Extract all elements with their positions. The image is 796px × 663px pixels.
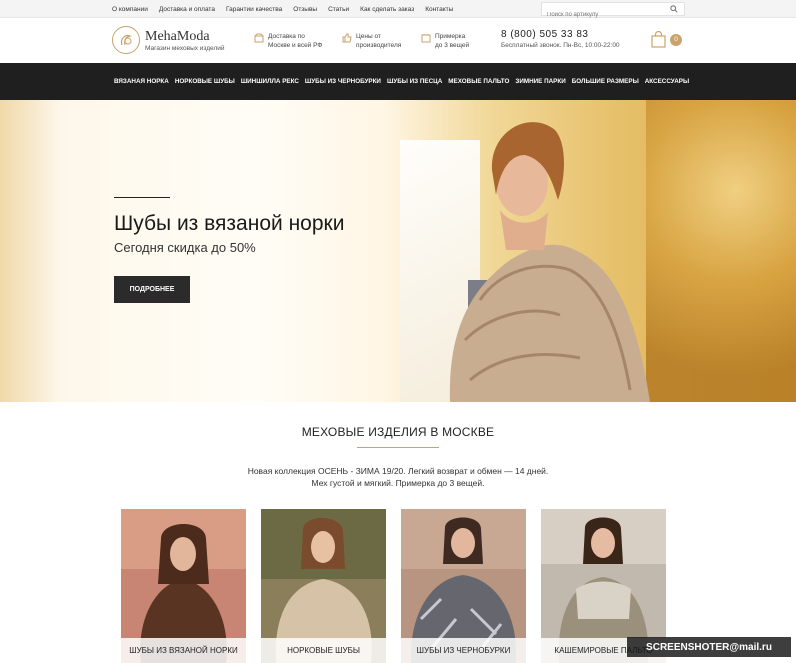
cart-button[interactable]: 0 [650,31,682,48]
hanger-icon [421,34,431,43]
section-title: МЕХОВЫЕ ИЗДЕЛИЯ В МОСКВЕ [301,425,495,439]
nav-item-large-sizes[interactable]: БОЛЬШИЕ РАЗМЕРЫ [572,78,639,85]
site-header: MehaModa Магазин меховых изделий Доставк… [0,18,796,63]
feature-prices: Цены от производителя [342,32,401,50]
nav-item-winter-parkas[interactable]: ЗИМНИЕ ПАРКИ [515,78,565,85]
cart-count-badge: 0 [670,33,682,46]
logo[interactable]: MehaModa Магазин меховых изделий [112,26,225,54]
phone-block: 8 (800) 505 33 83 Бесплатный звонок. Пн-… [501,29,620,49]
top-link-delivery[interactable]: Доставка и оплата [159,6,215,13]
product-card-mink[interactable]: НОРКОВЫЕ ШУБЫ [261,509,386,663]
nav-item-fur-coats[interactable]: МЕХОВЫЕ ПАЛЬТО [448,78,509,85]
hero-model-image [449,122,650,402]
shopping-bag-icon [651,31,666,48]
section-underline [357,447,439,448]
hero-more-button[interactable]: ПОДРОБНЕЕ [114,276,190,303]
feature-fitting: Примерка до 3 вещей [421,32,469,50]
hero-left-glow [0,100,60,402]
thumbs-up-icon [342,33,352,43]
feature-fitting-line2: до 3 вещей [435,42,470,49]
nav-item-arctic-fox[interactable]: ШУБЫ ИЗ ПЕСЦА [387,78,442,85]
search-box [541,2,685,21]
hero-subtitle: Сегодня скидка до 50% [114,240,256,255]
product-caption: ШУБЫ ИЗ ВЯЗАНОЙ НОРКИ [121,638,246,663]
nav-item-mink-coats[interactable]: НОРКОВЫЕ ШУБЫ [175,78,235,85]
feature-fitting-line1: Примерка [435,33,466,40]
box-icon [254,33,264,43]
section-desc-line2: Мех густой и мягкий. Примерка до 3 вещей… [311,478,485,488]
nav-item-knitted-mink[interactable]: ВЯЗАНАЯ НОРКА [114,78,169,85]
top-links: О компании Доставка и оплата Гарантии ка… [112,0,453,18]
feature-delivery: Доставка по Москве и всей РФ [254,32,322,50]
feature-delivery-line2: Москве и всей РФ [268,42,323,49]
phone-hours: Бесплатный звонок. Пн-Вс, 10:00-22:00 [501,42,620,49]
logo-name: MehaModa [145,28,210,44]
nav-item-accessories[interactable]: АКСЕССУАРЫ [645,78,689,85]
top-link-about[interactable]: О компании [112,6,148,13]
product-caption: НОРКОВЫЕ ШУБЫ [261,638,386,663]
hero-banner: Шубы из вязаной норки Сегодня скидка до … [0,100,796,402]
logo-tagline: Магазин меховых изделий [145,44,225,52]
top-link-guarantee[interactable]: Гарантии качества [226,6,282,13]
feature-prices-line1: Цены от [356,33,381,40]
top-link-reviews[interactable]: Отзывы [293,6,317,13]
top-utility-bar: О компании Доставка и оплата Гарантии ка… [0,0,796,21]
product-card-silver-fox[interactable]: ШУБЫ ИЗ ЧЕРНОБУРКИ [401,509,526,663]
hero-gold-ornament [646,100,796,402]
product-card-knitted-mink[interactable]: ШУБЫ ИЗ ВЯЗАНОЙ НОРКИ [121,509,246,663]
feature-delivery-line1: Доставка по [268,33,305,40]
section-description: Новая коллекция ОСЕНЬ - ЗИМА 19/20. Легк… [0,465,796,489]
nav-item-silver-fox[interactable]: ШУБЫ ИЗ ЧЕРНОБУРКИ [305,78,381,85]
hero-title: Шубы из вязаной норки [114,212,345,235]
feature-prices-line2: производителя [356,42,402,49]
top-link-articles[interactable]: Статьи [328,6,349,13]
logo-mark-icon [112,26,140,54]
top-link-contacts[interactable]: Контакты [425,6,453,13]
top-link-how-to-order[interactable]: Как сделать заказ [360,6,414,13]
hero-rule [114,197,170,198]
section-desc-line1: Новая коллекция ОСЕНЬ - ЗИМА 19/20. Легк… [247,466,549,476]
phone-number[interactable]: 8 (800) 505 33 83 [501,29,620,40]
product-caption: ШУБЫ ИЗ ЧЕРНОБУРКИ [401,638,526,663]
search-icon[interactable] [664,3,684,15]
nav-item-chinchilla-rex[interactable]: ШИНШИЛЛА РЕКС [241,78,299,85]
screenshoter-watermark: SCREENSHOTER@mail.ru [627,637,791,657]
main-nav: ВЯЗАНАЯ НОРКА НОРКОВЫЕ ШУБЫ ШИНШИЛЛА РЕК… [0,63,796,100]
